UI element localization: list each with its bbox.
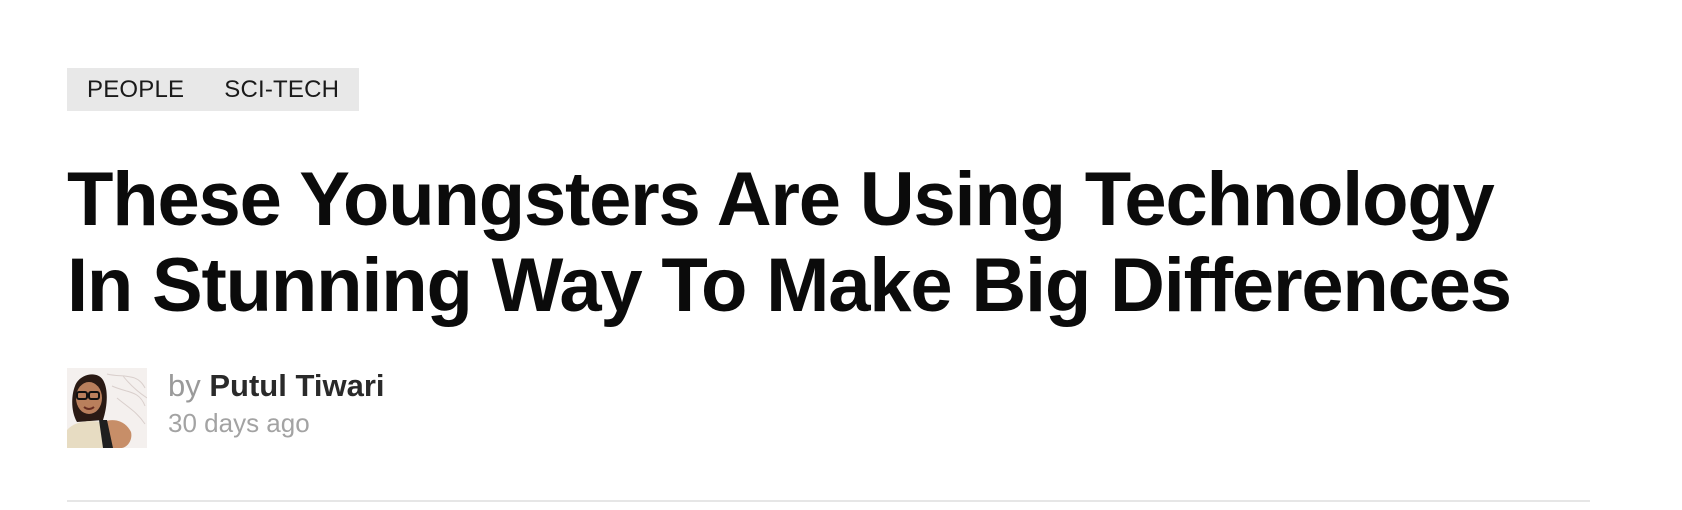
publish-timestamp: 30 days ago: [168, 408, 310, 438]
article-header: PEOPLE SCI-TECH These Youngsters Are Usi…: [67, 68, 1587, 448]
by-prefix: by: [168, 368, 201, 403]
author-byline: by Putul Tiwari 30 days ago: [67, 368, 385, 448]
author-name-link[interactable]: Putul Tiwari: [209, 368, 384, 403]
headline-line: In Stunning Way To Make Big Differences: [67, 243, 1512, 328]
category-bar: PEOPLE SCI-TECH: [67, 68, 360, 111]
article-headline: These Youngsters Are Using Technology In…: [67, 157, 1667, 329]
headline-line: These Youngsters Are Using Technology: [67, 157, 1495, 242]
section-divider: [67, 500, 1590, 502]
category-link-sci-tech[interactable]: SCI-TECH: [224, 68, 339, 111]
author-avatar[interactable]: [67, 368, 147, 448]
author-meta: by Putul Tiwari 30 days ago: [168, 368, 385, 440]
author-photo-icon: [67, 368, 147, 448]
category-link-people[interactable]: PEOPLE: [87, 68, 184, 111]
byline-text: by Putul Tiwari: [168, 368, 385, 404]
